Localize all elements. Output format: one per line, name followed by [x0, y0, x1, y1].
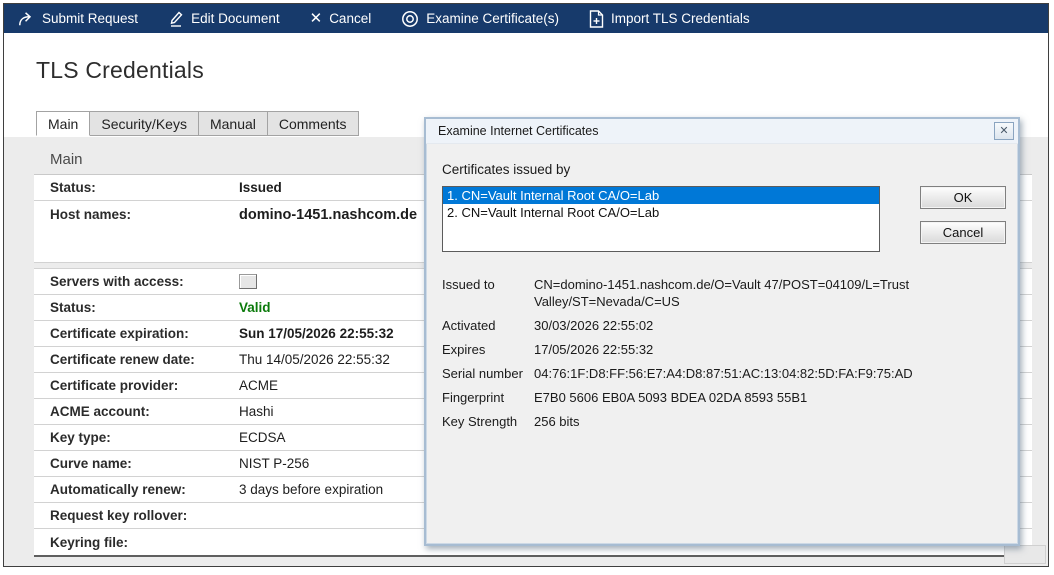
- submit-request-button[interactable]: Submit Request: [17, 11, 138, 27]
- dialog-close-icon[interactable]: ✕: [994, 122, 1014, 140]
- field-label: Automatically renew:: [50, 482, 186, 497]
- tab-manual[interactable]: Manual: [198, 111, 268, 136]
- action-toolbar: Submit Request Edit Document ✕ Cancel Ex…: [4, 4, 1048, 33]
- field-value: Hashi: [239, 404, 274, 419]
- import-document-icon: [589, 9, 604, 28]
- field-value: Thu 14/05/2026 22:55:32: [239, 352, 390, 367]
- examine-certificates-button[interactable]: Examine Certificate(s): [401, 10, 559, 28]
- page-title: TLS Credentials: [36, 57, 204, 83]
- detail-value: 256 bits: [534, 414, 580, 429]
- certificate-list-item[interactable]: 1. CN=Vault Internal Root CA/O=Lab: [443, 187, 879, 204]
- toolbar-item-label: Import TLS Credentials: [611, 11, 750, 26]
- field-label: Key type:: [50, 430, 111, 445]
- submit-arrow-icon: [17, 11, 35, 27]
- toolbar-item-label: Examine Certificate(s): [426, 11, 560, 26]
- field-value: NIST P-256: [239, 456, 310, 471]
- certificate-listbox[interactable]: 1. CN=Vault Internal Root CA/O=Lab 2. CN…: [442, 186, 880, 252]
- ok-button[interactable]: OK: [920, 186, 1006, 209]
- toolbar-item-label: Cancel: [329, 11, 372, 26]
- tab-main[interactable]: Main: [36, 111, 91, 136]
- certificate-list-item[interactable]: 2. CN=Vault Internal Root CA/O=Lab: [443, 204, 879, 221]
- detail-value: 17/05/2026 22:55:32: [534, 342, 654, 357]
- detail-value: CN=domino-1451.nashcom.de/O=Vault 47/POS…: [534, 277, 910, 309]
- detail-value: E7B0 5606 EB0A 5093 BDEA 02DA 8593 55B1: [534, 390, 808, 405]
- examine-circle-icon: [401, 10, 419, 28]
- edit-pencil-icon: [168, 10, 184, 27]
- detail-row-expires: Expires 17/05/2026 22:55:32: [442, 341, 1002, 358]
- field-value: Sun 17/05/2026 22:55:32: [239, 326, 394, 341]
- detail-label: Issued to: [442, 277, 495, 292]
- detail-value: 30/03/2026 22:55:02: [534, 318, 654, 333]
- detail-row-serial-number: Serial number 04:76:1F:D8:FF:56:E7:A4:D8…: [442, 365, 1002, 382]
- app-window: Submit Request Edit Document ✕ Cancel Ex…: [3, 3, 1049, 567]
- field-label: Keyring file:: [50, 534, 129, 550]
- field-value: ACME: [239, 378, 279, 393]
- detail-label: Fingerprint: [442, 390, 505, 405]
- field-value: 3 days before expiration: [239, 482, 384, 497]
- certificate-details: Issued to CN=domino-1451.nashcom.de/O=Va…: [442, 276, 1002, 430]
- scrollbar-corner: [1004, 545, 1046, 564]
- examine-internet-certificates-dialog: Examine Internet Certificates ✕ Certific…: [424, 117, 1020, 546]
- detail-label: Key Strength: [442, 414, 518, 429]
- detail-label: Activated: [442, 318, 496, 333]
- detail-label: Expires: [442, 342, 486, 357]
- field-label: Status:: [50, 180, 96, 195]
- field-label: Host names:: [50, 207, 132, 222]
- dialog-titlebar[interactable]: Examine Internet Certificates ✕: [426, 119, 1018, 144]
- field-label: Servers with access:: [50, 274, 184, 289]
- toolbar-item-label: Edit Document: [191, 11, 280, 26]
- detail-row-activated: Activated 30/03/2026 22:55:02: [442, 317, 1002, 334]
- field-label: Curve name:: [50, 456, 132, 471]
- cancel-x-icon: ✕: [309, 10, 323, 27]
- certificates-issued-by-label: Certificates issued by: [442, 162, 571, 177]
- detail-row-key-strength: Key Strength 256 bits: [442, 413, 1002, 430]
- field-label: Certificate provider:: [50, 378, 179, 393]
- servers-with-access-picker-button[interactable]: [239, 274, 257, 289]
- edit-document-button[interactable]: Edit Document: [168, 10, 280, 27]
- field-value: Issued: [239, 180, 282, 195]
- cancel-dialog-button[interactable]: Cancel: [920, 221, 1006, 244]
- dialog-body: Certificates issued by 1. CN=Vault Inter…: [426, 144, 1018, 544]
- field-label: Certificate expiration:: [50, 326, 189, 341]
- field-label: Request key rollover:: [50, 508, 188, 523]
- detail-row-fingerprint: Fingerprint E7B0 5606 EB0A 5093 BDEA 02D…: [442, 389, 1002, 406]
- import-tls-credentials-button[interactable]: Import TLS Credentials: [589, 9, 750, 28]
- detail-row-issued-to: Issued to CN=domino-1451.nashcom.de/O=Va…: [442, 276, 1002, 310]
- dialog-button-column: OK Cancel: [920, 186, 1006, 244]
- field-label: ACME account:: [50, 404, 150, 419]
- toolbar-item-label: Submit Request: [42, 11, 139, 26]
- status-valid-value: Valid: [239, 300, 271, 315]
- detail-label: Serial number: [442, 366, 523, 381]
- detail-value: 04:76:1F:D8:FF:56:E7:A4:D8:87:51:AC:13:0…: [534, 366, 913, 381]
- tab-security-keys[interactable]: Security/Keys: [90, 111, 199, 136]
- cancel-button[interactable]: ✕ Cancel: [310, 11, 372, 26]
- field-value: domino-1451.nashcom.de: [239, 207, 418, 223]
- field-label: Certificate renew date:: [50, 352, 195, 367]
- field-value: ECDSA: [239, 430, 286, 445]
- field-label: Status:: [50, 300, 96, 315]
- dialog-title: Examine Internet Certificates: [438, 124, 599, 138]
- tab-comments[interactable]: Comments: [267, 111, 359, 136]
